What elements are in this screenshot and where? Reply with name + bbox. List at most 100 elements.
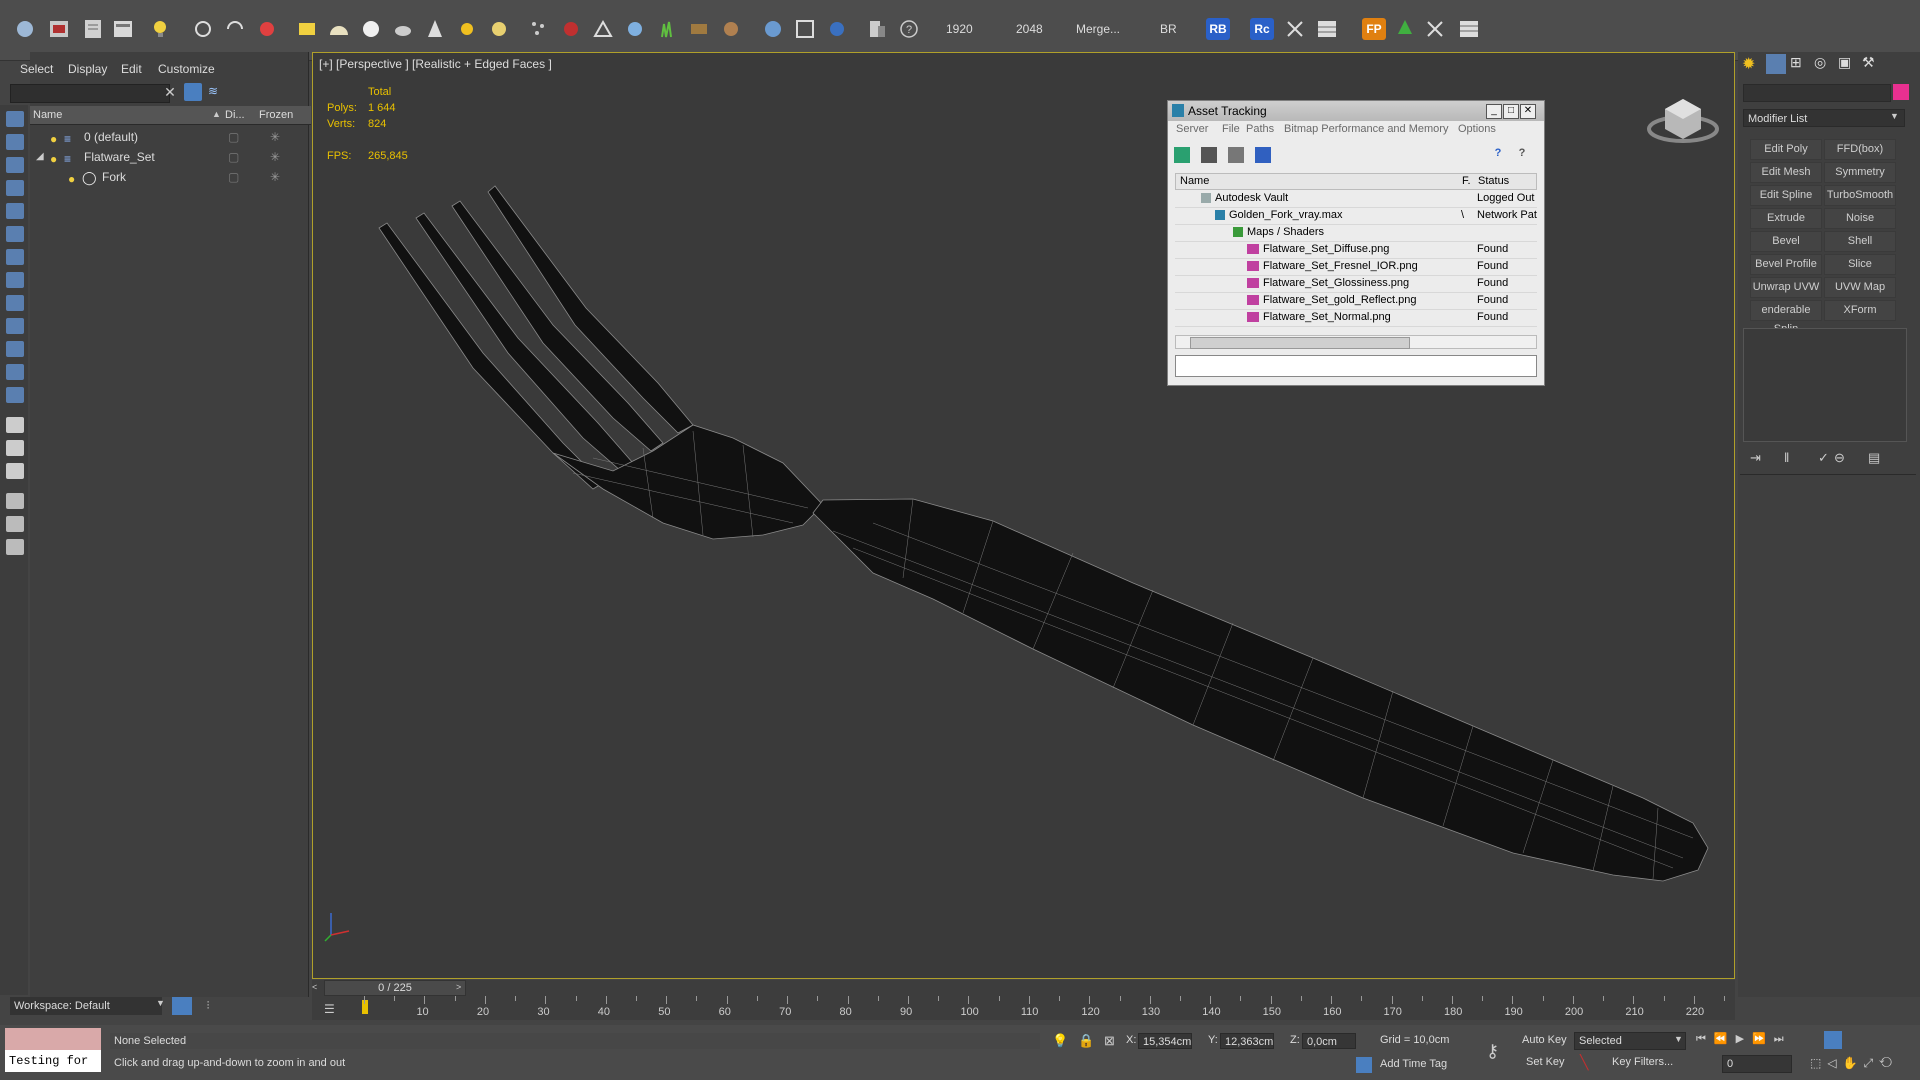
teapot-icon[interactable]	[390, 16, 416, 42]
tools-icon[interactable]	[1282, 16, 1308, 42]
display-cameras-icon[interactable]	[6, 203, 24, 219]
asset-row[interactable]: Flatware_Set_Glossiness.png Found	[1175, 275, 1537, 293]
display-geometry-icon[interactable]	[6, 134, 24, 150]
display-invert-icon[interactable]	[6, 463, 24, 479]
maximize-icon[interactable]: □	[1503, 104, 1519, 119]
modifier-button[interactable]: XForm	[1824, 300, 1896, 321]
key-filters-button[interactable]: Key Filters...	[1612, 1056, 1673, 1068]
help-icon[interactable]: ?	[1490, 147, 1506, 163]
configure-sets-icon[interactable]: ▤	[1868, 450, 1880, 466]
create-tab-icon[interactable]: ✹	[1742, 54, 1762, 74]
display-frozen-icon[interactable]	[6, 364, 24, 380]
light-lister-icon[interactable]	[148, 16, 174, 42]
set-key-button[interactable]: Set Key	[1526, 1056, 1565, 1068]
layers-icon[interactable]	[6, 539, 24, 555]
menu-paths[interactable]: Paths	[1246, 123, 1274, 135]
modifier-button[interactable]: UVW Map	[1824, 277, 1896, 298]
modifier-button[interactable]: Bevel	[1750, 231, 1822, 252]
add-time-tag[interactable]: Add Time Tag	[1380, 1058, 1447, 1070]
texture-icon[interactable]	[718, 16, 744, 42]
table-view-icon[interactable]	[1255, 147, 1271, 163]
search-input[interactable]	[10, 84, 170, 103]
grass-icon[interactable]	[654, 16, 680, 42]
path-field[interactable]	[1175, 355, 1537, 377]
display-toggle-icon[interactable]: ▢	[228, 147, 239, 167]
menu-bitmap-performance[interactable]: Bitmap Performance and Memory	[1284, 123, 1448, 135]
set-key-icon[interactable]: ⚷	[1486, 1041, 1499, 1062]
display-xrefs-icon[interactable]	[6, 295, 24, 311]
layer-explorer-icon[interactable]	[172, 997, 192, 1015]
display-tab-icon[interactable]: ▣	[1838, 54, 1858, 74]
context-help-icon[interactable]: ?	[1514, 147, 1530, 163]
horizontal-scrollbar[interactable]	[1175, 335, 1537, 349]
snowflake-icon[interactable]	[622, 16, 648, 42]
menu-options[interactable]: Options	[1458, 123, 1496, 135]
filter-icon[interactable]	[6, 493, 24, 509]
hdri-icon[interactable]	[686, 16, 712, 42]
display-toggle-icon[interactable]: ▢	[228, 167, 239, 187]
key-mode-toggle[interactable]	[1824, 1031, 1842, 1049]
display-all-icon[interactable]	[6, 417, 24, 433]
sync-selection-icon[interactable]: ≋	[208, 84, 224, 100]
freeze-icon[interactable]: ✳	[270, 167, 280, 187]
minimize-icon[interactable]: _	[1486, 104, 1502, 119]
box-primitive-icon[interactable]	[294, 16, 320, 42]
list-icon[interactable]	[1456, 16, 1482, 42]
bulb-icon[interactable]: ●	[50, 129, 57, 149]
display-containers-icon[interactable]	[6, 341, 24, 357]
bulb-icon[interactable]: ●	[50, 149, 57, 169]
modifier-button[interactable]: Noise	[1824, 208, 1896, 229]
object-color-swatch[interactable]	[1893, 84, 1909, 100]
render-frame-icon[interactable]	[792, 16, 818, 42]
modify-tab-icon[interactable]	[1766, 54, 1786, 74]
list-view-icon[interactable]	[1201, 147, 1217, 163]
z-coordinate[interactable]: 0,0cm	[1302, 1033, 1356, 1049]
pin-stack-icon[interactable]: ⇥	[1750, 450, 1761, 466]
batch-icon[interactable]	[864, 16, 890, 42]
chevron-down-icon[interactable]: ▼	[1674, 1034, 1683, 1044]
display-spacewarps-icon[interactable]	[6, 249, 24, 265]
chevron-down-icon[interactable]: ▼	[156, 998, 165, 1008]
freeze-icon[interactable]: ✳	[270, 127, 280, 147]
perspective-viewport[interactable]: [+] [Perspective ] [Realistic + Edged Fa…	[312, 52, 1735, 979]
column-name[interactable]: Name	[1180, 174, 1209, 189]
viewcube-icon[interactable]	[1643, 81, 1723, 151]
camera-icon[interactable]	[590, 16, 616, 42]
scrollbar-thumb[interactable]	[1190, 337, 1410, 349]
layer-row-flatware[interactable]: ◢ ● ≡ Flatware_Set ▢ ✳	[30, 147, 308, 167]
asset-row[interactable]: Golden_Fork_vray.max \ Network Pat	[1175, 207, 1537, 225]
display-shapes-icon[interactable]	[6, 157, 24, 173]
display-hidden-icon[interactable]	[6, 387, 24, 403]
maxscript-listener[interactable]: Testing for :	[5, 1050, 101, 1072]
lock-selection-icon[interactable]: 🔒	[1078, 1033, 1094, 1049]
collapse-arrow-icon[interactable]: ◢	[36, 147, 44, 167]
menu-edit[interactable]: Edit	[121, 62, 142, 76]
tree-icon[interactable]	[1392, 16, 1418, 42]
object-name-field[interactable]	[1743, 84, 1891, 102]
asset-row[interactable]: Autodesk Vault Logged Out	[1175, 190, 1537, 208]
undo-icon[interactable]	[12, 16, 38, 42]
clear-search-icon[interactable]: ✕	[162, 84, 178, 101]
menu-server[interactable]: Server	[1176, 123, 1208, 135]
time-tag-icon[interactable]	[1356, 1057, 1372, 1073]
auto-key-button[interactable]: Auto Key	[1522, 1034, 1567, 1046]
current-frame-field[interactable]: 0	[1722, 1055, 1792, 1073]
viewport-nav-controls[interactable]: ⬚◁✋⤢⟲	[1810, 1056, 1898, 1071]
column-frozen[interactable]: Frozen	[256, 106, 311, 125]
asset-row[interactable]: Flatware_Set_Normal.png Found	[1175, 309, 1537, 327]
modifier-button[interactable]: TurboSmooth	[1824, 185, 1896, 206]
filter-toggle-icon[interactable]	[184, 83, 202, 101]
modifier-button[interactable]: Slice	[1824, 254, 1896, 275]
chevron-down-icon[interactable]: ▼	[1890, 111, 1899, 121]
y-coordinate[interactable]: 12,363cm	[1220, 1033, 1274, 1049]
close-icon[interactable]: ✕	[1520, 104, 1536, 119]
resolution-width[interactable]: 1920	[946, 22, 973, 36]
help-icon[interactable]: ?	[896, 16, 922, 42]
make-unique-icon[interactable]: ✓	[1818, 450, 1829, 466]
sphere-primitive-icon[interactable]	[358, 16, 384, 42]
menu-file[interactable]: File	[1222, 123, 1240, 135]
sun-light-icon[interactable]	[454, 16, 480, 42]
asset-row[interactable]: Maps / Shaders	[1175, 224, 1537, 242]
modifier-button[interactable]: Unwrap UVW	[1750, 277, 1822, 298]
modifier-stack[interactable]	[1743, 328, 1907, 442]
